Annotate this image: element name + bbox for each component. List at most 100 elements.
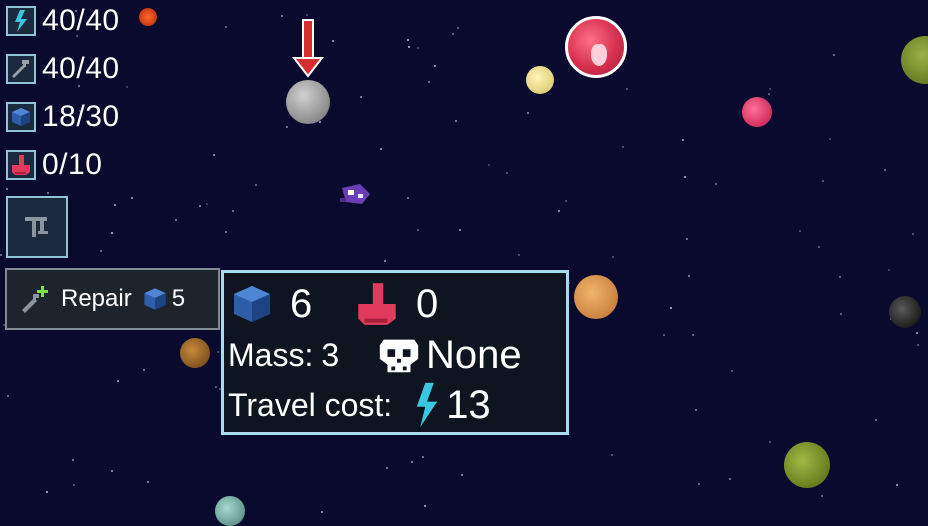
repair-button[interactable]: Repair 5	[5, 268, 220, 330]
repair-wrench-icon	[22, 286, 48, 313]
player-ship-icon[interactable]	[338, 180, 372, 208]
star	[417, 47, 419, 49]
star	[768, 93, 770, 95]
star	[821, 495, 823, 497]
star	[117, 380, 119, 382]
population-value: 0/10	[42, 148, 103, 181]
planet-resources-value: 6	[290, 281, 313, 326]
star	[6, 188, 8, 190]
hand-icon	[6, 150, 36, 180]
star	[428, 81, 430, 83]
star	[232, 210, 234, 212]
star	[321, 511, 323, 513]
star	[506, 172, 508, 174]
star	[875, 419, 877, 421]
star	[461, 474, 463, 476]
cube-icon	[144, 288, 166, 310]
star	[626, 88, 628, 90]
star	[518, 254, 520, 256]
planet-pink-small[interactable]	[742, 97, 772, 127]
star	[829, 138, 831, 140]
star	[686, 238, 688, 240]
repair-label: Repair	[61, 285, 132, 312]
star	[111, 232, 113, 234]
star	[833, 54, 835, 56]
star	[215, 386, 217, 388]
star	[422, 456, 424, 458]
wrench-icon	[6, 54, 36, 84]
hull-value: 40/40	[42, 52, 120, 85]
star	[332, 40, 334, 42]
star	[692, 334, 694, 336]
star	[684, 176, 686, 178]
planet-orange-sand[interactable]	[574, 275, 618, 319]
starfield	[0, 0, 928, 525]
star	[0, 254, 2, 256]
skull-icon	[379, 339, 419, 373]
star	[46, 491, 48, 493]
star	[281, 15, 283, 17]
star	[131, 197, 133, 199]
star	[380, 148, 382, 150]
target-marker-arrow-icon	[292, 19, 324, 78]
star	[72, 459, 74, 461]
star	[408, 46, 410, 48]
star	[199, 205, 201, 207]
planet-population-value: 0	[416, 281, 439, 326]
star	[455, 120, 457, 122]
star	[7, 395, 9, 397]
star	[452, 33, 454, 35]
star	[769, 441, 771, 443]
star	[73, 484, 75, 486]
star	[286, 126, 288, 128]
star	[731, 370, 733, 372]
star	[360, 96, 362, 98]
planet-olive-green[interactable]	[784, 442, 830, 488]
energy-stat: 40/40	[6, 4, 120, 38]
planet-tiny-orange[interactable]	[139, 8, 157, 26]
resources-stat: 18/30	[6, 100, 120, 134]
hand-icon	[358, 283, 396, 325]
resources-value: 18/30	[42, 100, 120, 133]
star	[822, 180, 824, 182]
star	[715, 183, 717, 185]
planet-gray-rock[interactable]	[286, 80, 330, 124]
hull-stat: 40/40	[6, 52, 120, 86]
star	[612, 256, 614, 258]
repair-cost: 5	[171, 285, 186, 312]
star	[114, 204, 116, 206]
star	[682, 139, 684, 141]
star	[217, 351, 219, 353]
planet-red-crystal-core	[591, 44, 607, 66]
star	[527, 112, 529, 114]
star	[407, 39, 409, 41]
star	[688, 275, 690, 277]
star	[386, 467, 388, 469]
star	[839, 276, 841, 278]
travel-cost-value: 13	[446, 382, 491, 427]
star	[319, 121, 321, 123]
star	[912, 233, 914, 235]
star	[457, 27, 459, 29]
star	[434, 65, 436, 67]
star	[225, 26, 227, 28]
star	[488, 164, 490, 166]
star	[670, 307, 672, 309]
star	[695, 409, 697, 411]
threat-value: None	[426, 332, 522, 377]
star	[225, 231, 227, 233]
star	[47, 192, 49, 194]
build-button[interactable]	[6, 196, 68, 258]
star	[126, 86, 128, 88]
planet-teal-small[interactable]	[215, 496, 245, 526]
lightning-icon	[416, 382, 438, 428]
star	[459, 229, 461, 231]
planet-pale-yellow[interactable]	[526, 66, 554, 94]
planet-brown-small[interactable]	[180, 338, 210, 368]
star	[769, 88, 771, 90]
star	[255, 184, 257, 186]
star	[424, 505, 426, 507]
cube-icon	[6, 102, 36, 132]
planet-black[interactable]	[889, 296, 921, 328]
cube-icon	[234, 286, 270, 322]
